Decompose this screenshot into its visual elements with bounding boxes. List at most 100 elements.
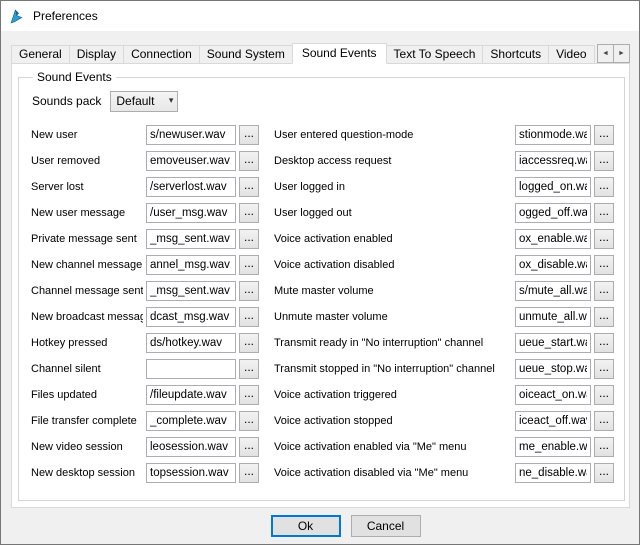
sound-file-input[interactable] xyxy=(515,333,591,353)
tab-sound-events[interactable]: Sound Events xyxy=(292,43,387,64)
browse-button[interactable]: ... xyxy=(239,411,259,431)
titlebar[interactable]: Preferences xyxy=(1,1,639,31)
browse-button[interactable]: ... xyxy=(239,203,259,223)
browse-button[interactable]: ... xyxy=(594,385,614,405)
tab-list: GeneralDisplayConnectionSound SystemSoun… xyxy=(11,43,630,64)
event-label: Private message sent xyxy=(31,233,143,245)
tab-scrollers: ◄ ► xyxy=(598,44,630,63)
tab-display[interactable]: Display xyxy=(69,45,124,64)
sound-file-input[interactable] xyxy=(146,203,236,223)
sound-file-input[interactable] xyxy=(146,359,236,379)
browse-button[interactable]: ... xyxy=(239,463,259,483)
event-label: Transmit stopped in "No interruption" ch… xyxy=(262,363,512,375)
browse-button[interactable]: ... xyxy=(239,437,259,457)
browse-button[interactable]: ... xyxy=(239,125,259,145)
sound-file-input[interactable] xyxy=(515,463,591,483)
sounds-pack-select[interactable]: Default ▾ xyxy=(110,91,178,112)
tab-general[interactable]: General xyxy=(11,45,70,64)
event-label: Hotkey pressed xyxy=(31,337,143,349)
tab-connection[interactable]: Connection xyxy=(123,45,200,64)
sound-file-input[interactable] xyxy=(515,385,591,405)
sound-events-grid: New user...User entered question-mode...… xyxy=(31,122,614,486)
browse-button[interactable]: ... xyxy=(239,229,259,249)
browse-button[interactable]: ... xyxy=(239,359,259,379)
browse-button[interactable]: ... xyxy=(239,177,259,197)
sound-file-input[interactable] xyxy=(146,151,236,171)
cancel-button[interactable]: Cancel xyxy=(351,515,421,537)
sound-file-input[interactable] xyxy=(515,411,591,431)
app-icon xyxy=(9,8,26,25)
browse-button[interactable]: ... xyxy=(239,385,259,405)
dialog-content: GeneralDisplayConnectionSound SystemSoun… xyxy=(1,31,639,544)
tab-scroll-right-button[interactable]: ► xyxy=(613,44,630,63)
ok-button[interactable]: Ok xyxy=(271,515,341,537)
preferences-dialog: Preferences GeneralDisplayConnectionSoun… xyxy=(0,0,640,545)
arrow-left-icon: ◄ xyxy=(602,50,609,57)
event-label: Voice activation enabled xyxy=(262,233,512,245)
sound-file-input[interactable] xyxy=(515,255,591,275)
browse-button[interactable]: ... xyxy=(239,151,259,171)
browse-button[interactable]: ... xyxy=(594,463,614,483)
sounds-pack-row: Sounds pack Default ▾ xyxy=(32,90,614,112)
browse-button[interactable]: ... xyxy=(594,151,614,171)
browse-button[interactable]: ... xyxy=(594,411,614,431)
sound-file-input[interactable] xyxy=(146,177,236,197)
browse-button[interactable]: ... xyxy=(594,177,614,197)
sound-file-input[interactable] xyxy=(146,255,236,275)
chevron-down-icon: ▾ xyxy=(169,95,174,106)
browse-button[interactable]: ... xyxy=(239,307,259,327)
sound-file-input[interactable] xyxy=(515,359,591,379)
sound-file-input[interactable] xyxy=(515,125,591,145)
sound-file-input[interactable] xyxy=(146,125,236,145)
browse-button[interactable]: ... xyxy=(594,281,614,301)
event-label: New broadcast message xyxy=(31,311,143,323)
browse-button[interactable]: ... xyxy=(594,203,614,223)
event-label: New user xyxy=(31,129,143,141)
browse-button[interactable]: ... xyxy=(239,281,259,301)
sounds-pack-label: Sounds pack xyxy=(32,94,101,108)
browse-button[interactable]: ... xyxy=(239,333,259,353)
sound-file-input[interactable] xyxy=(146,437,236,457)
sound-file-input[interactable] xyxy=(146,333,236,353)
dialog-footer: Ok Cancel xyxy=(11,508,630,544)
event-label: Server lost xyxy=(31,181,143,193)
groupbox-title: Sound Events xyxy=(33,70,116,84)
sound-file-input[interactable] xyxy=(515,229,591,249)
browse-button[interactable]: ... xyxy=(239,255,259,275)
sound-file-input[interactable] xyxy=(146,463,236,483)
event-label: Voice activation enabled via "Me" menu xyxy=(262,441,512,453)
tab-shortcuts[interactable]: Shortcuts xyxy=(482,45,549,64)
browse-button[interactable]: ... xyxy=(594,437,614,457)
sounds-pack-value: Default xyxy=(116,94,154,108)
sound-file-input[interactable] xyxy=(515,281,591,301)
browse-button[interactable]: ... xyxy=(594,359,614,379)
sound-file-input[interactable] xyxy=(146,385,236,405)
sound-file-input[interactable] xyxy=(146,307,236,327)
browse-button[interactable]: ... xyxy=(594,125,614,145)
window-title: Preferences xyxy=(33,9,98,23)
tab-page-sound-events: Sound Events Sounds pack Default ▾ New u… xyxy=(11,63,630,508)
sound-file-input[interactable] xyxy=(515,307,591,327)
event-label: Unmute master volume xyxy=(262,311,512,323)
browse-button[interactable]: ... xyxy=(594,307,614,327)
tab-video[interactable]: Video xyxy=(548,45,594,64)
event-label: Desktop access request xyxy=(262,155,512,167)
sound-file-input[interactable] xyxy=(146,281,236,301)
tab-text-to-speech[interactable]: Text To Speech xyxy=(386,45,484,64)
sound-file-input[interactable] xyxy=(146,411,236,431)
event-label: Voice activation stopped xyxy=(262,415,512,427)
sound-file-input[interactable] xyxy=(515,177,591,197)
tab-scroll-left-button[interactable]: ◄ xyxy=(597,44,614,63)
browse-button[interactable]: ... xyxy=(594,229,614,249)
sound-file-input[interactable] xyxy=(515,203,591,223)
browse-button[interactable]: ... xyxy=(594,255,614,275)
sound-file-input[interactable] xyxy=(515,151,591,171)
event-label: Transmit ready in "No interruption" chan… xyxy=(262,337,512,349)
sound-file-input[interactable] xyxy=(515,437,591,457)
sound-file-input[interactable] xyxy=(146,229,236,249)
tab-sound-system[interactable]: Sound System xyxy=(199,45,293,64)
event-label: User removed xyxy=(31,155,143,167)
arrow-right-icon: ► xyxy=(618,50,625,57)
browse-button[interactable]: ... xyxy=(594,333,614,353)
tabbar: GeneralDisplayConnectionSound SystemSoun… xyxy=(11,43,630,64)
